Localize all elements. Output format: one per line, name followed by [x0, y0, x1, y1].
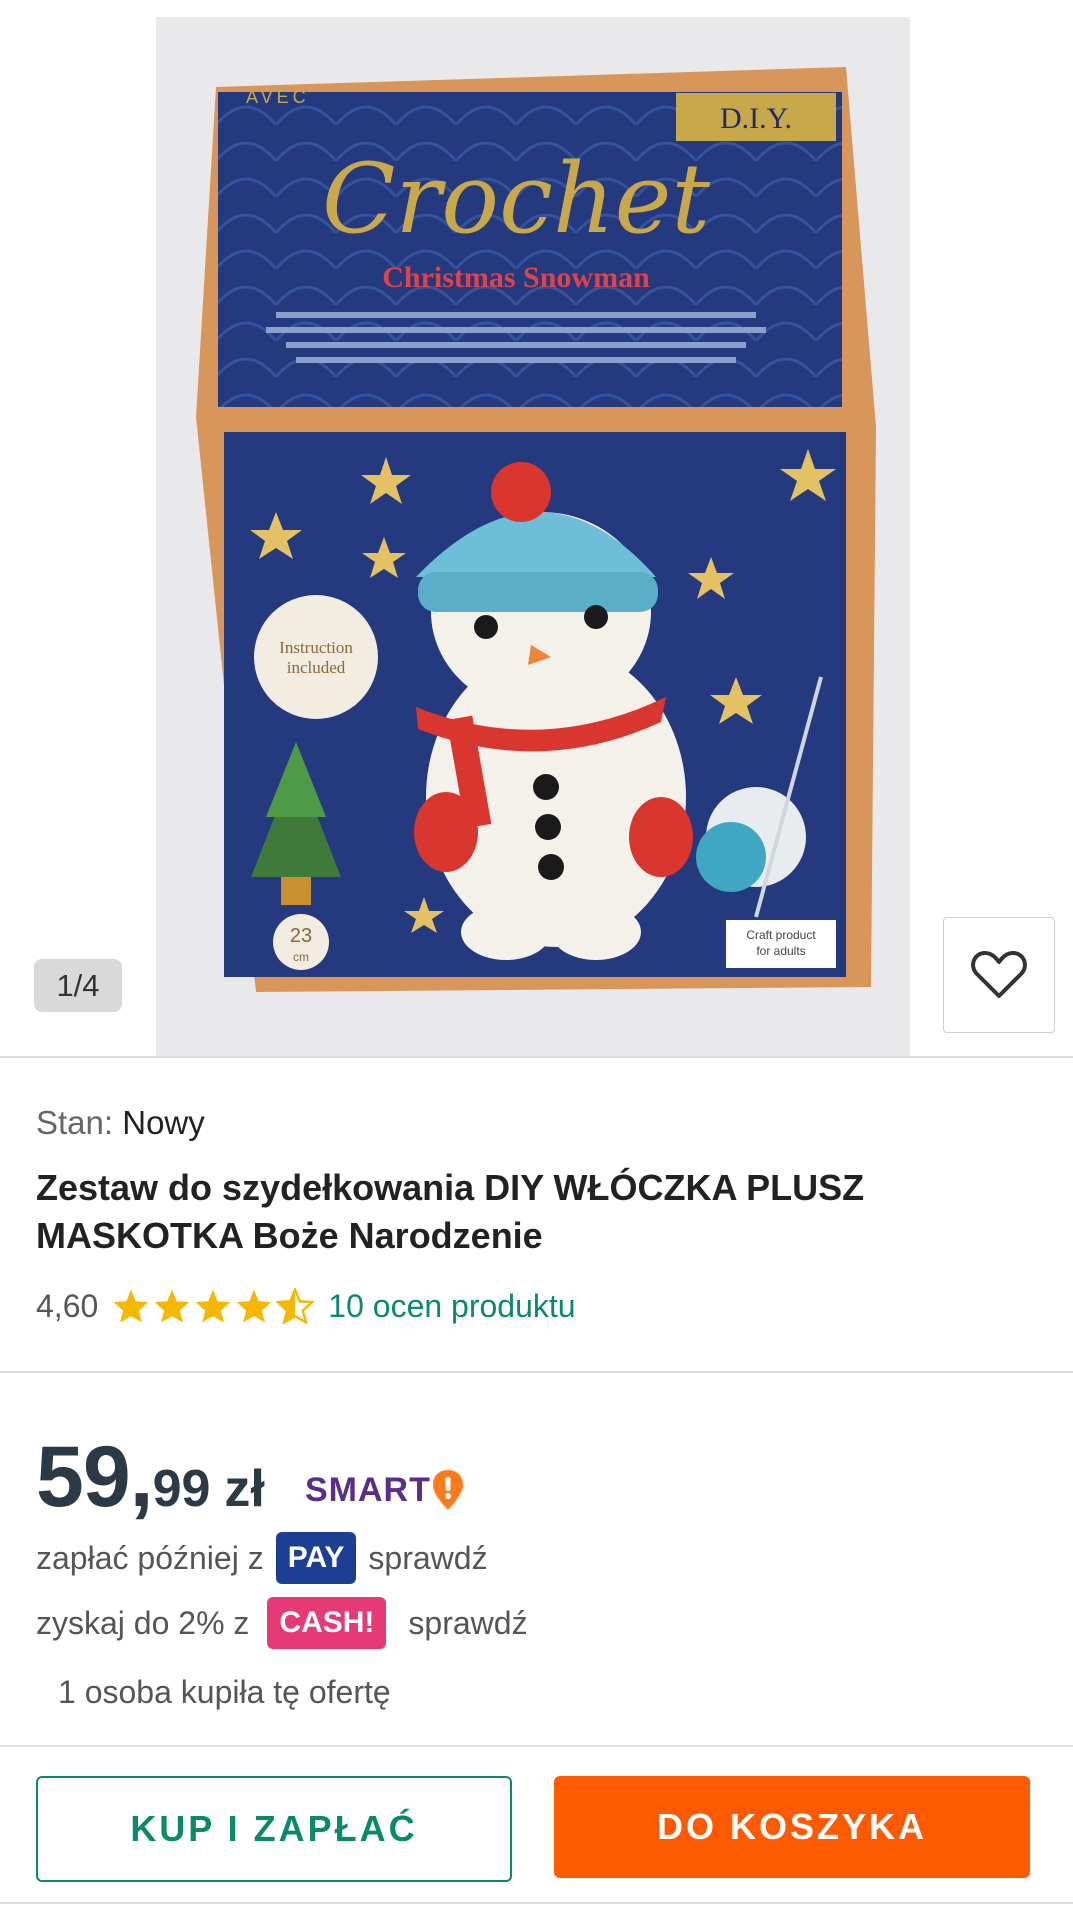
divider [0, 1056, 1073, 1058]
star-icon [196, 1289, 231, 1323]
price-decimals: 99 [152, 1460, 211, 1518]
box-instruction-line2: included [287, 658, 346, 677]
box-craft-line1: Craft product [746, 928, 816, 942]
pay-later-link[interactable]: sprawdź [368, 1540, 487, 1577]
product-image[interactable]: AVEC D.I.Y. Crochet Christmas Snowman In… [156, 17, 910, 1056]
star-icon [114, 1289, 149, 1323]
divider [0, 1902, 1073, 1904]
rating-stars [112, 1288, 315, 1324]
cashback-link[interactable]: sprawdź [408, 1605, 527, 1642]
rating-row[interactable]: 4,60 10 ocen produktu [36, 1282, 576, 1330]
box-instruction-line1: Instruction [279, 638, 353, 657]
image-counter: 1/4 [34, 959, 122, 1012]
price: 59, 99 zł [36, 1428, 265, 1525]
smart-exclamation-icon [432, 1470, 463, 1510]
smart-badge[interactable]: SMART [305, 1465, 465, 1515]
half-star-icon [276, 1288, 315, 1324]
box-craft-line2: for adults [756, 944, 805, 958]
pay-badge: PAY [275, 1532, 357, 1584]
box-size-text: 23 [290, 925, 312, 947]
smart-label: SMART [305, 1470, 431, 1509]
price-currency: zł [224, 1460, 265, 1518]
rating-value: 4,60 [36, 1287, 99, 1324]
cashback-text: zyskaj do 2% z [36, 1604, 250, 1641]
cashback-row[interactable]: zyskaj do 2% z CASH! sprawdź [36, 1595, 528, 1651]
pay-later-row[interactable]: zapłać później z PAY sprawdź [36, 1530, 488, 1586]
condition-label: Stan: [36, 1104, 114, 1141]
product-title: Zestaw do szydełkowania DIY WŁÓCZKA PLUS… [36, 1167, 865, 1256]
pay-later-text: zapłać później z [36, 1539, 264, 1576]
buy-now-button[interactable]: KUP I ZAPŁAĆ [36, 1776, 512, 1882]
price-integer: 59, [36, 1429, 154, 1525]
heart-icon [971, 951, 1027, 998]
star-icon [237, 1289, 272, 1323]
box-diy-text: D.I.Y. [720, 102, 792, 135]
box-brand-text: AVEC [246, 87, 310, 107]
product-photo: AVEC D.I.Y. Crochet Christmas Snowman In… [196, 67, 876, 992]
cash-badge: CASH! [267, 1597, 387, 1649]
box-subtitle-text: Christmas Snowman [382, 261, 650, 294]
condition-value: Nowy [122, 1104, 205, 1141]
divider [0, 1371, 1073, 1373]
box-crochet-text: Crochet [322, 143, 711, 255]
divider [0, 1745, 1073, 1747]
condition-row: Stan: Nowy [36, 1104, 205, 1142]
product-gallery[interactable]: AVEC D.I.Y. Crochet Christmas Snowman In… [0, 0, 1073, 1056]
rating-count-link[interactable]: 10 ocen produktu [328, 1288, 575, 1325]
buyers-count: 1 osoba kupiła tę ofertę [58, 1674, 391, 1710]
star-icon [155, 1289, 190, 1323]
box-size-unit-text: cm [293, 950, 309, 964]
add-to-cart-button[interactable]: DO KOSZYKA [554, 1776, 1030, 1878]
favorite-button[interactable] [943, 917, 1055, 1033]
